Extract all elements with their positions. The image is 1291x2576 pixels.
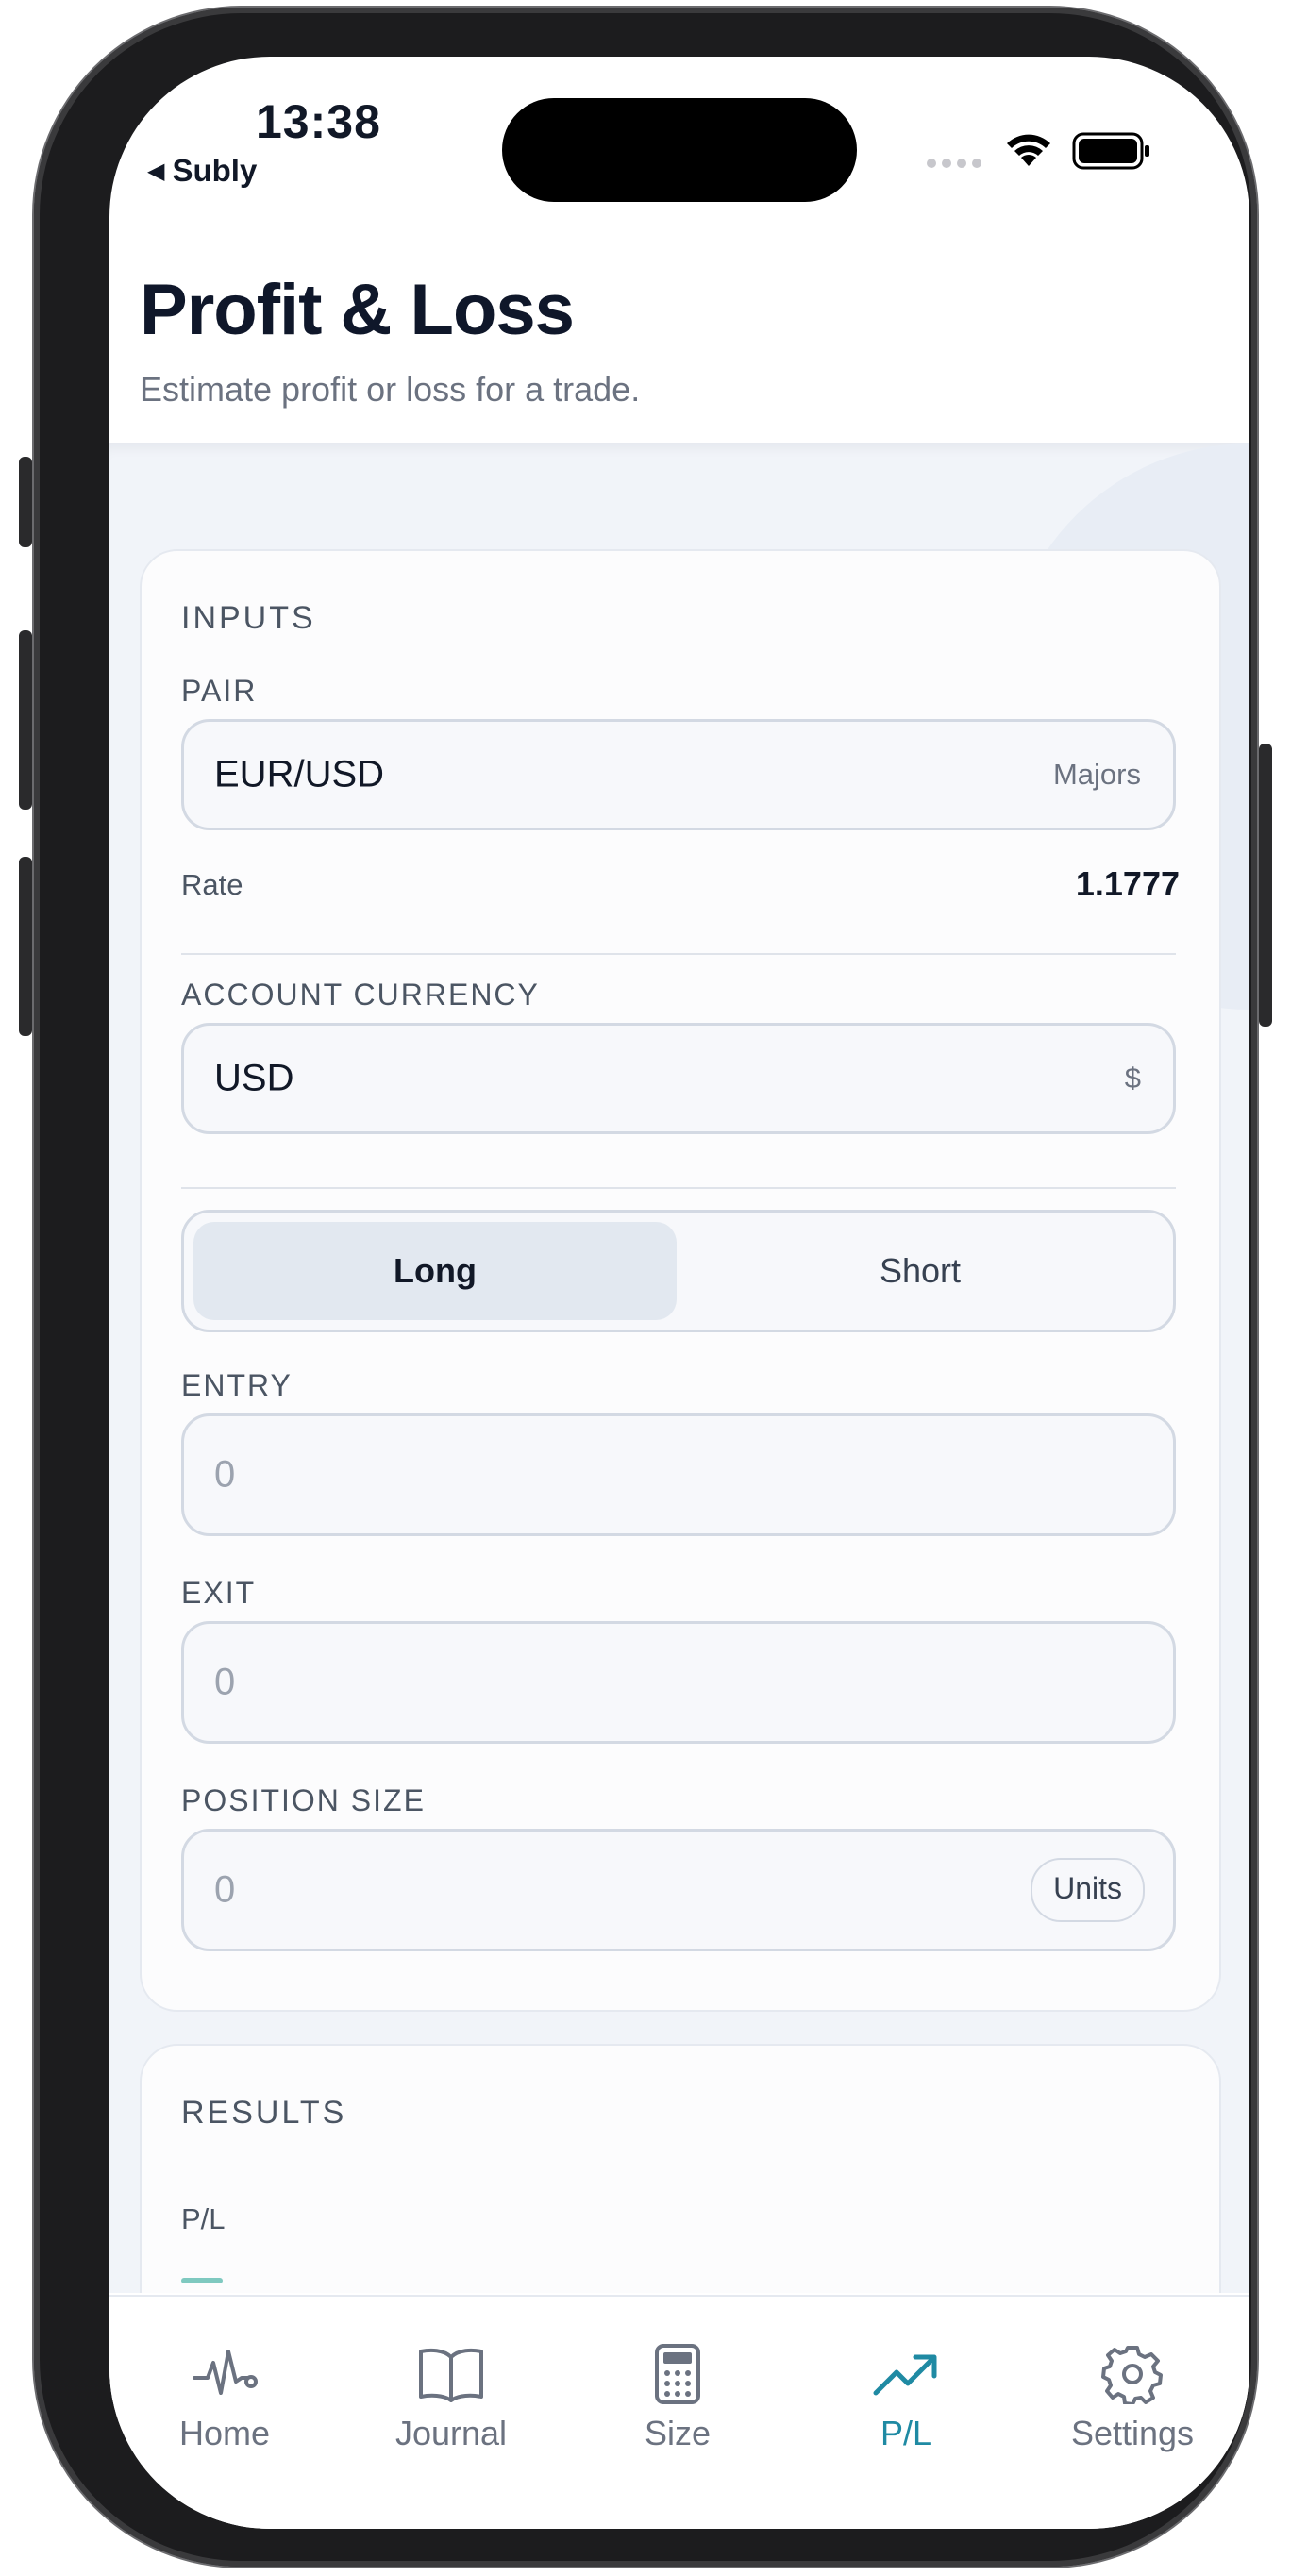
inputs-section-title: INPUTS xyxy=(181,600,316,636)
page-title: Profit & Loss xyxy=(140,270,575,350)
gear-icon xyxy=(1101,2346,1163,2404)
tab-journal[interactable]: Journal xyxy=(357,2344,545,2453)
units-pill[interactable]: Units xyxy=(1031,1858,1145,1922)
volume-up-button xyxy=(19,630,32,810)
results-card: RESULTS P/L xyxy=(140,2044,1221,2293)
calculator-icon xyxy=(655,2344,700,2404)
power-button xyxy=(1259,744,1272,1027)
inputs-card: INPUTS PAIR EUR/USD Majors Rate 1.1777 A… xyxy=(140,549,1221,2012)
rate-label: Rate xyxy=(181,868,243,901)
entry-placeholder: 0 xyxy=(214,1453,236,1496)
exit-input[interactable]: 0 xyxy=(181,1621,1176,1744)
tab-pl-label: P/L xyxy=(880,2414,932,2452)
dynamic-island xyxy=(502,98,857,202)
battery-icon xyxy=(1072,132,1149,170)
pulse-icon xyxy=(193,2350,258,2395)
rate-value: 1.1777 xyxy=(1075,864,1180,903)
tab-bar: Home Journal Size P/L Settings xyxy=(109,2295,1249,2529)
short-option[interactable]: Short xyxy=(679,1222,1162,1320)
account-currency-label: ACCOUNT CURRENCY xyxy=(181,978,540,1012)
account-currency-select[interactable]: USD $ xyxy=(181,1023,1176,1134)
action-button xyxy=(19,457,32,547)
pair-select[interactable]: EUR/USD Majors xyxy=(181,719,1176,830)
screen: 13:38 ◀ Subly Profit & Loss Estimate pro… xyxy=(109,57,1249,2529)
tab-home-label: Home xyxy=(178,2414,271,2452)
position-size-placeholder: 0 xyxy=(214,1868,236,1911)
direction-segmented-control[interactable]: Long Short xyxy=(181,1210,1176,1332)
tab-size[interactable]: Size xyxy=(583,2344,772,2453)
tab-journal-label: Journal xyxy=(394,2414,508,2452)
pair-label: PAIR xyxy=(181,674,258,708)
exit-label: EXIT xyxy=(181,1576,257,1610)
status-time: 13:38 xyxy=(256,95,381,148)
back-to-app-link[interactable]: ◀ Subly xyxy=(147,153,257,189)
account-currency-value: USD xyxy=(214,1057,294,1099)
pl-empty-value xyxy=(181,2278,223,2283)
tab-size-label: Size xyxy=(644,2414,712,2452)
tab-home[interactable]: Home xyxy=(130,2344,319,2453)
divider xyxy=(181,953,1176,955)
phone-frame: 13:38 ◀ Subly Profit & Loss Estimate pro… xyxy=(19,8,1272,2567)
results-section-title: RESULTS xyxy=(181,2095,347,2131)
exit-placeholder: 0 xyxy=(214,1661,236,1703)
currency-symbol: $ xyxy=(1124,1062,1141,1095)
back-triangle-icon: ◀ xyxy=(147,158,165,184)
trending-up-icon xyxy=(873,2354,937,2396)
pl-label: P/L xyxy=(181,2202,226,2235)
pair-group: Majors xyxy=(1052,758,1141,791)
tab-settings[interactable]: Settings xyxy=(1038,2344,1227,2453)
long-option[interactable]: Long xyxy=(193,1222,677,1320)
tab-settings-label: Settings xyxy=(1070,2414,1195,2452)
pair-value: EUR/USD xyxy=(214,753,385,795)
position-size-input[interactable]: 0 Units xyxy=(181,1829,1176,1951)
entry-label: ENTRY xyxy=(181,1368,293,1402)
page-subtitle: Estimate profit or loss for a trade. xyxy=(140,370,641,409)
tab-pl[interactable]: P/L xyxy=(812,2344,1000,2453)
back-app-label: Subly xyxy=(172,153,258,188)
signal-dots-icon xyxy=(927,159,981,168)
position-size-label: POSITION SIZE xyxy=(181,1783,426,1817)
scroll-content[interactable]: INPUTS PAIR EUR/USD Majors Rate 1.1777 A… xyxy=(109,443,1249,2293)
wifi-icon xyxy=(1007,134,1050,166)
entry-input[interactable]: 0 xyxy=(181,1413,1176,1536)
book-icon xyxy=(419,2348,483,2402)
volume-down-button xyxy=(19,857,32,1036)
divider xyxy=(181,1187,1176,1189)
